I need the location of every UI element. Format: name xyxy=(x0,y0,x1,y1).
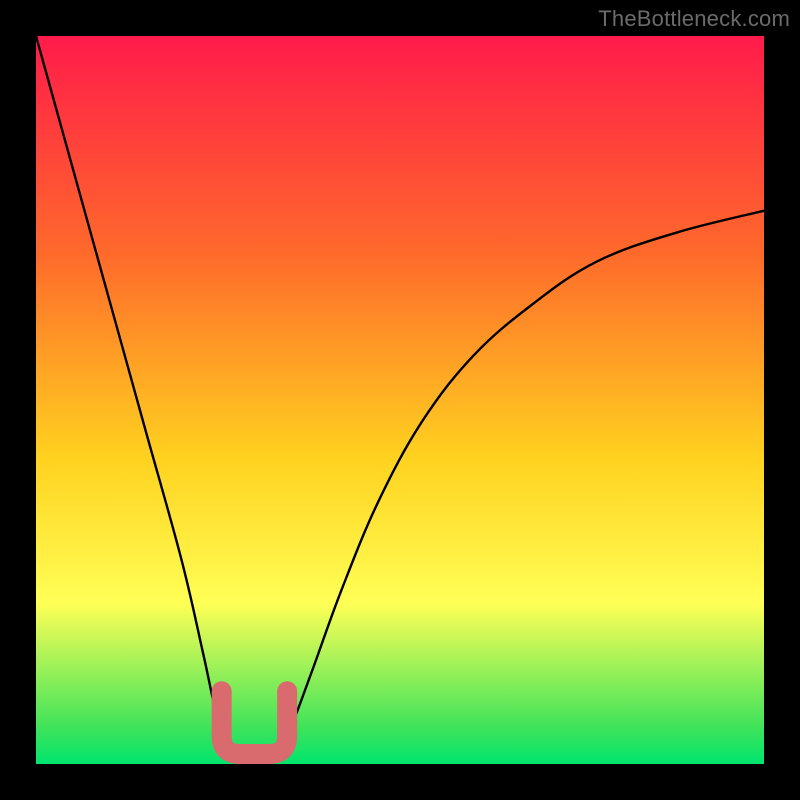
plot-area xyxy=(36,36,764,764)
watermark-text: TheBottleneck.com xyxy=(598,6,790,32)
chart-svg xyxy=(36,36,764,764)
bottleneck-curve xyxy=(36,36,764,764)
min-region-marker xyxy=(222,691,288,754)
outer-frame: TheBottleneck.com xyxy=(0,0,800,800)
